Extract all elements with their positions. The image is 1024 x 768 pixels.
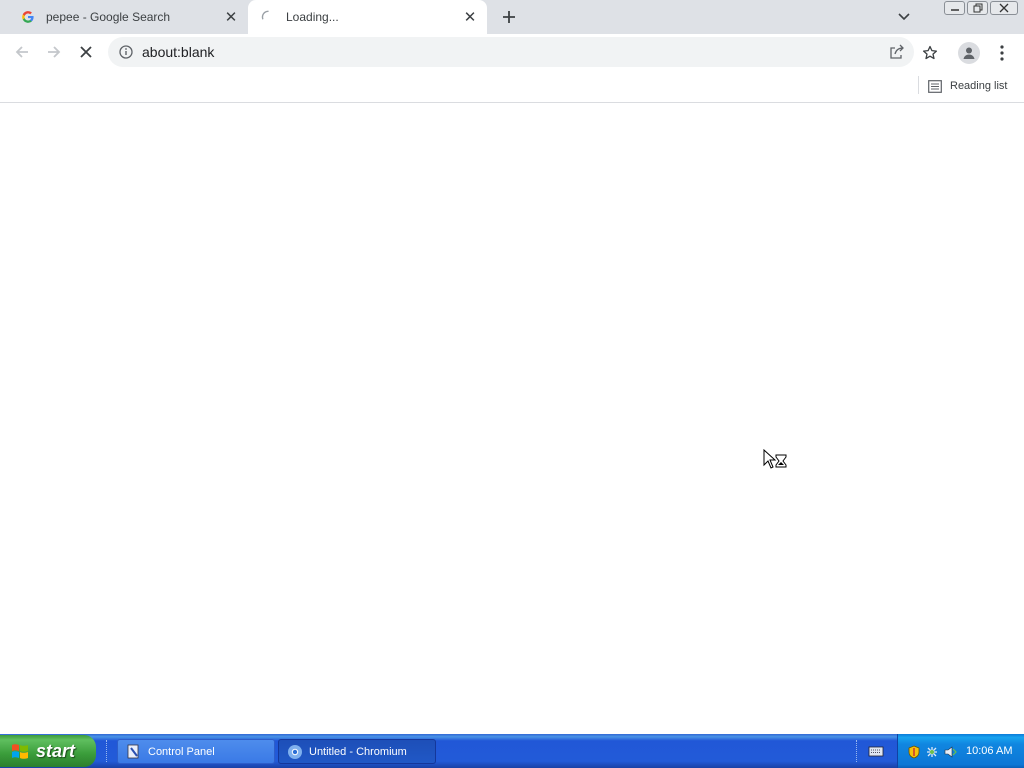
taskbar: start Control Panel Untitled - Chromium bbox=[0, 734, 1024, 768]
system-tray: 10:06 AM bbox=[897, 734, 1024, 768]
taskbar-grip bbox=[106, 740, 110, 762]
restore-button[interactable] bbox=[967, 1, 988, 15]
browser-toolbar: about:blank bbox=[0, 34, 1024, 70]
menu-kebab-icon[interactable] bbox=[994, 42, 1010, 64]
minimize-button[interactable] bbox=[944, 1, 965, 15]
tab-google-search[interactable]: pepee - Google Search ✕ bbox=[8, 0, 248, 34]
keyboard-icon[interactable] bbox=[868, 744, 884, 758]
stop-icon bbox=[80, 46, 92, 58]
back-arrow-icon bbox=[15, 46, 28, 58]
reading-list-button[interactable]: Reading list bbox=[928, 76, 1007, 96]
network-icon[interactable] bbox=[925, 745, 939, 759]
reading-list-icon bbox=[928, 79, 942, 93]
volume-icon[interactable] bbox=[943, 745, 957, 759]
system-clock[interactable]: 10:06 AM bbox=[966, 745, 1012, 757]
close-icon bbox=[999, 3, 1009, 13]
tab-strip: pepee - Google Search ✕ Loading... ✕ bbox=[0, 0, 1024, 34]
security-shield-icon[interactable] bbox=[907, 745, 921, 759]
chevron-down-icon bbox=[898, 13, 910, 21]
busy-cursor-icon bbox=[763, 449, 787, 469]
restore-icon bbox=[973, 3, 982, 13]
taskbar-item-label: Control Panel bbox=[148, 745, 215, 758]
bookmark-star-icon[interactable] bbox=[920, 43, 940, 63]
back-button[interactable] bbox=[8, 38, 36, 66]
tab-loading[interactable]: Loading... ✕ bbox=[248, 0, 487, 34]
start-button[interactable]: start bbox=[0, 735, 96, 767]
chromium-icon bbox=[288, 744, 302, 759]
taskbar-item-control-panel[interactable]: Control Panel bbox=[117, 739, 275, 764]
profile-avatar-icon[interactable] bbox=[958, 42, 980, 64]
tab-title: pepee - Google Search bbox=[46, 10, 171, 24]
forward-arrow-icon bbox=[48, 46, 61, 58]
spinner-icon bbox=[260, 9, 276, 25]
bookmarks-separator bbox=[918, 76, 919, 94]
start-label: start bbox=[36, 740, 76, 761]
close-window-button[interactable] bbox=[990, 1, 1018, 15]
tab-close-icon[interactable]: ✕ bbox=[222, 8, 240, 26]
page-content[interactable] bbox=[0, 103, 1024, 734]
url-text[interactable]: about:blank bbox=[142, 44, 214, 60]
control-panel-icon bbox=[127, 744, 139, 758]
forward-button[interactable] bbox=[40, 38, 68, 66]
tab-search-button[interactable] bbox=[895, 8, 913, 26]
tab-close-icon[interactable]: ✕ bbox=[461, 8, 479, 26]
window-controls bbox=[944, 1, 1018, 15]
google-icon bbox=[20, 9, 36, 25]
windows-flag-icon bbox=[12, 744, 28, 759]
share-icon[interactable] bbox=[888, 43, 906, 61]
taskbar-grip bbox=[856, 740, 860, 762]
bookmarks-bar: Reading list bbox=[0, 70, 1024, 103]
stop-loading-button[interactable] bbox=[72, 38, 100, 66]
info-icon[interactable] bbox=[118, 44, 134, 60]
plus-icon bbox=[503, 11, 515, 23]
taskbar-item-label: Untitled - Chromium bbox=[309, 745, 407, 758]
tab-title: Loading... bbox=[286, 10, 339, 24]
new-tab-button[interactable] bbox=[498, 6, 520, 28]
minimize-icon bbox=[950, 9, 959, 11]
address-bar[interactable]: about:blank bbox=[108, 37, 914, 67]
reading-list-label: Reading list bbox=[950, 80, 1008, 92]
taskbar-item-chromium[interactable]: Untitled - Chromium bbox=[278, 739, 436, 764]
